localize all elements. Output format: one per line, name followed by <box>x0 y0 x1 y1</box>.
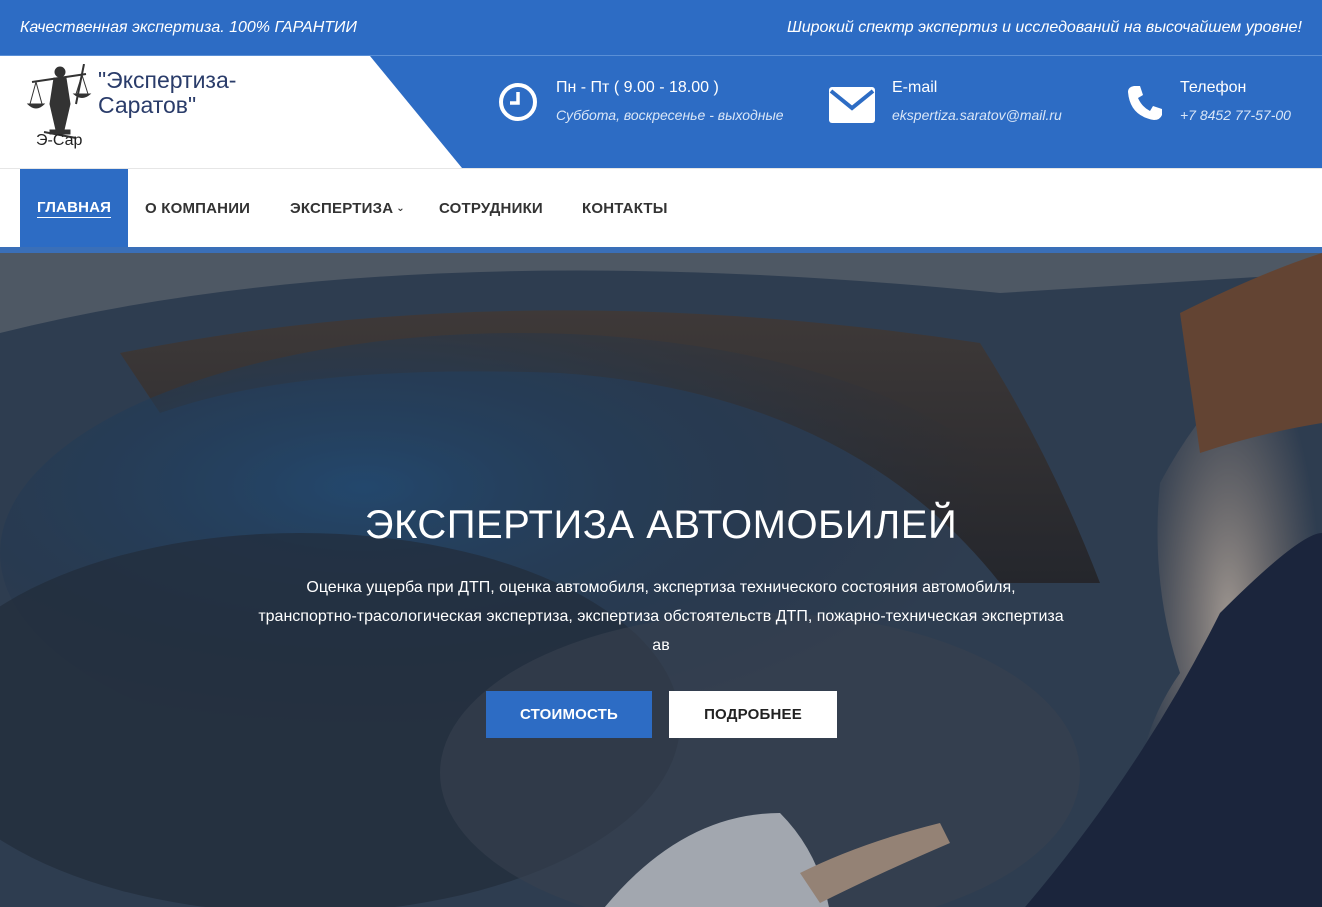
top-bar: Качественная экспертиза. 100% ГАРАНТИИ Ш… <box>0 0 1322 56</box>
email-title: E-mail <box>892 79 938 96</box>
nav-item-label: СОТРУДНИКИ <box>439 200 543 217</box>
nav-item-label: ГЛАВНАЯ <box>37 199 112 218</box>
hero-title: ЭКСПЕРТИЗА АВТОМОБИЛЕЙ <box>364 503 958 547</box>
hours-subtitle: Суббота, воскресенье - выходные <box>556 107 784 123</box>
clock-icon <box>498 82 538 127</box>
envelope-icon <box>828 86 876 129</box>
justice-statue-icon[interactable] <box>24 63 94 140</box>
more-button[interactable]: ПОДРОБНЕЕ <box>669 691 837 738</box>
hours-info: Пн - Пт ( 9.00 - 18.00 ) Суббота, воскре… <box>556 78 784 124</box>
brand-short-name: Э-Сар <box>36 132 83 149</box>
email-info: E-mail ekspertiza.saratov@mail.ru <box>892 78 1062 124</box>
nav-item-label: КОНТАКТЫ <box>582 200 668 217</box>
phone-info: Телефон +7 8452 77-57-00 <box>1180 78 1291 124</box>
nav-item-label: ЭКСПЕРТИЗА <box>290 200 394 217</box>
nav-item-about[interactable]: О КОМПАНИИ <box>145 169 250 248</box>
nav-item-label: О КОМПАНИИ <box>145 200 251 217</box>
main-nav: ГЛАВНАЯ О КОМПАНИИ ЭКСПЕРТИЗА ⌄ СОТРУДНИ… <box>0 168 1322 248</box>
nav-item-contacts[interactable]: КОНТАКТЫ <box>582 169 668 248</box>
email-address-link[interactable]: ekspertiza.saratov@mail.ru <box>892 106 1062 124</box>
site-header: "Экспертиза-Саратов" Э-Сар Пн - Пт ( 9.0… <box>0 56 1322 168</box>
hero-description: Оценка ущерба при ДТП, оценка автомобиля… <box>258 579 1064 654</box>
hours-title: Пн - Пт ( 9.00 - 18.00 ) <box>556 79 719 96</box>
phone-icon <box>1126 84 1164 127</box>
brand-name[interactable]: "Экспертиза-Саратов" <box>98 68 288 118</box>
chevron-down-icon: ⌄ <box>396 203 405 214</box>
nav-item-home[interactable]: ГЛАВНАЯ <box>20 169 129 248</box>
top-bar-right-text: Широкий спектр экспертиз и исследований … <box>786 18 1302 36</box>
top-bar-left-text: Качественная экспертиза. 100% ГАРАНТИИ <box>20 18 357 36</box>
nav-item-staff[interactable]: СОТРУДНИКИ <box>439 169 543 248</box>
price-button[interactable]: СТОИМОСТЬ <box>486 691 652 738</box>
nav-item-expertise[interactable]: ЭКСПЕРТИЗА ⌄ <box>290 169 405 248</box>
phone-title: Телефон <box>1180 79 1247 96</box>
phone-number-link[interactable]: +7 8452 77-57-00 <box>1180 106 1291 124</box>
hero-section: ЭКСПЕРТИЗА АВТОМОБИЛЕЙ Оценка ущерба при… <box>0 247 1322 907</box>
